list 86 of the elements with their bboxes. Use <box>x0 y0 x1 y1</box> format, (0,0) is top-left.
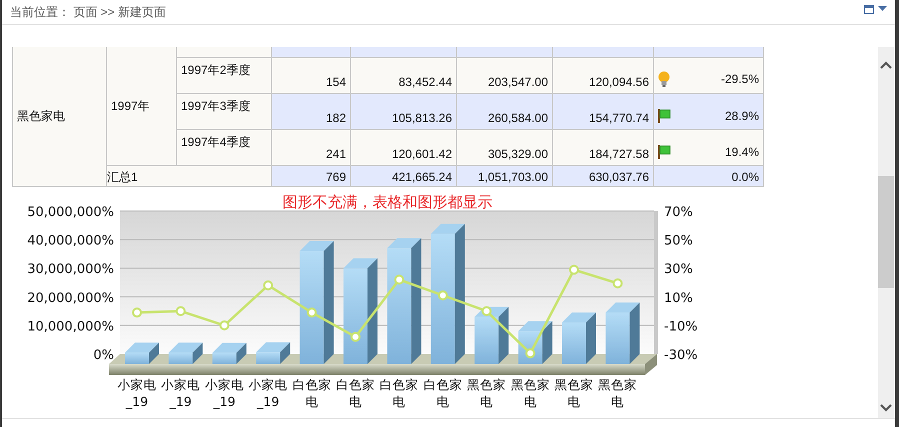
data-point <box>132 307 142 318</box>
bar <box>474 316 499 364</box>
scroll-down-icon[interactable] <box>880 404 892 412</box>
table-cell: 1,051,703.00 <box>456 165 552 186</box>
scrollbar[interactable] <box>878 47 894 418</box>
axis-label: -10% <box>664 318 698 334</box>
category-label: 小家电_19 <box>248 376 288 408</box>
table-cell: 154,770.74 <box>552 93 654 129</box>
data-point <box>394 274 404 284</box>
data-point <box>306 307 317 318</box>
table-cell: 83,452.44 <box>350 57 456 93</box>
bar-depth-drawing <box>518 320 552 364</box>
table-cell: 769 <box>272 165 350 186</box>
data-point <box>438 290 448 300</box>
table-cell: 105,813.26 <box>350 93 456 129</box>
table-cell: 120,094.56 <box>552 57 654 93</box>
category-label: 白色家电 <box>336 376 375 408</box>
scroll-thumb[interactable] <box>878 176 894 288</box>
bar-depth-drawing <box>212 342 246 364</box>
category-label: 黑色家电 <box>467 376 506 408</box>
category-label: 白色家电 <box>380 376 419 408</box>
table-cell: 汇总1 <box>106 165 272 186</box>
table-cell: 1997年 <box>106 47 176 165</box>
category-label: 白色家电 <box>423 376 462 408</box>
data-point <box>525 348 536 358</box>
table-cell: 184,727.58 <box>552 129 654 165</box>
data-point <box>219 320 230 330</box>
category-label: 小家电_19 <box>118 376 156 408</box>
breadcrumb: 当前位置： 页面 >> 新建页面 <box>10 4 166 20</box>
axis-label: 0% <box>93 348 114 362</box>
bar <box>606 312 630 364</box>
table-cell: 0.0% <box>654 165 764 186</box>
axis-label: 30% <box>664 262 693 277</box>
bar-depth-drawing <box>606 302 640 364</box>
axis-label: -30% <box>664 348 698 362</box>
axis-label: 20,000,000% <box>27 290 114 306</box>
category-label: 小家电_19 <box>204 376 244 408</box>
axis-label: 30,000,000% <box>27 262 114 277</box>
table-cell: -29.5% <box>720 72 759 86</box>
table-cell: 154 <box>272 57 350 93</box>
category-label: 小家电_19 <box>161 376 200 408</box>
table-cell: 黑色家电 <box>12 47 106 186</box>
bar-depth-drawing <box>562 312 596 364</box>
table-cell: 182 <box>272 93 350 129</box>
axis-label: 10% <box>664 290 693 306</box>
table-cell: 241 <box>272 129 350 165</box>
bar <box>256 352 280 364</box>
category-label: 白色家电 <box>292 376 332 408</box>
table-cell: 305,329.00 <box>456 129 552 165</box>
bar-depth-drawing <box>256 342 290 364</box>
table-cell: 28.9% <box>724 108 759 122</box>
scroll-up-icon[interactable] <box>880 61 892 69</box>
light-bulb-icon <box>658 70 670 86</box>
table-cell: 1997年3季度 <box>176 93 272 129</box>
flag-icon <box>658 144 671 158</box>
table-cell: 1997年2季度 <box>176 57 272 93</box>
bar <box>168 352 193 364</box>
table-cell: 421,665.24 <box>350 165 456 186</box>
table-cell: 19.4% <box>724 144 759 158</box>
table-cell: 260,584.00 <box>456 93 552 129</box>
data-point <box>263 280 274 290</box>
category-label: 黑色家电 <box>598 376 638 408</box>
bar <box>125 352 149 364</box>
table-cell: 630,037.76 <box>552 165 654 186</box>
axis-label: 50% <box>664 233 693 248</box>
window-icon[interactable] <box>864 4 874 14</box>
table-cell: 203,547.00 <box>456 57 552 93</box>
axis-label: 10,000,000% <box>27 318 114 334</box>
bar-depth-drawing <box>125 342 159 364</box>
category-label: 黑色家电 <box>510 376 550 408</box>
table-cell: 1997年4季度 <box>176 129 272 165</box>
axis-label: 40,000,000% <box>27 233 114 248</box>
bar-depth-drawing <box>168 342 203 364</box>
table-cell: 120,601.42 <box>350 129 456 165</box>
flag-icon <box>658 108 671 122</box>
data-point <box>176 306 186 316</box>
data-point <box>569 264 579 274</box>
category-label: 黑色家电 <box>554 376 594 408</box>
data-point <box>350 331 360 342</box>
axis-label: 70% <box>664 204 693 220</box>
data-point <box>482 306 492 316</box>
caret-icon[interactable] <box>878 6 887 12</box>
chart-title: 图形不充满，表格和图形都显示 <box>282 192 492 210</box>
axis-label: 50,000,000% <box>27 204 114 220</box>
bar <box>562 322 586 364</box>
data-point <box>612 278 623 288</box>
